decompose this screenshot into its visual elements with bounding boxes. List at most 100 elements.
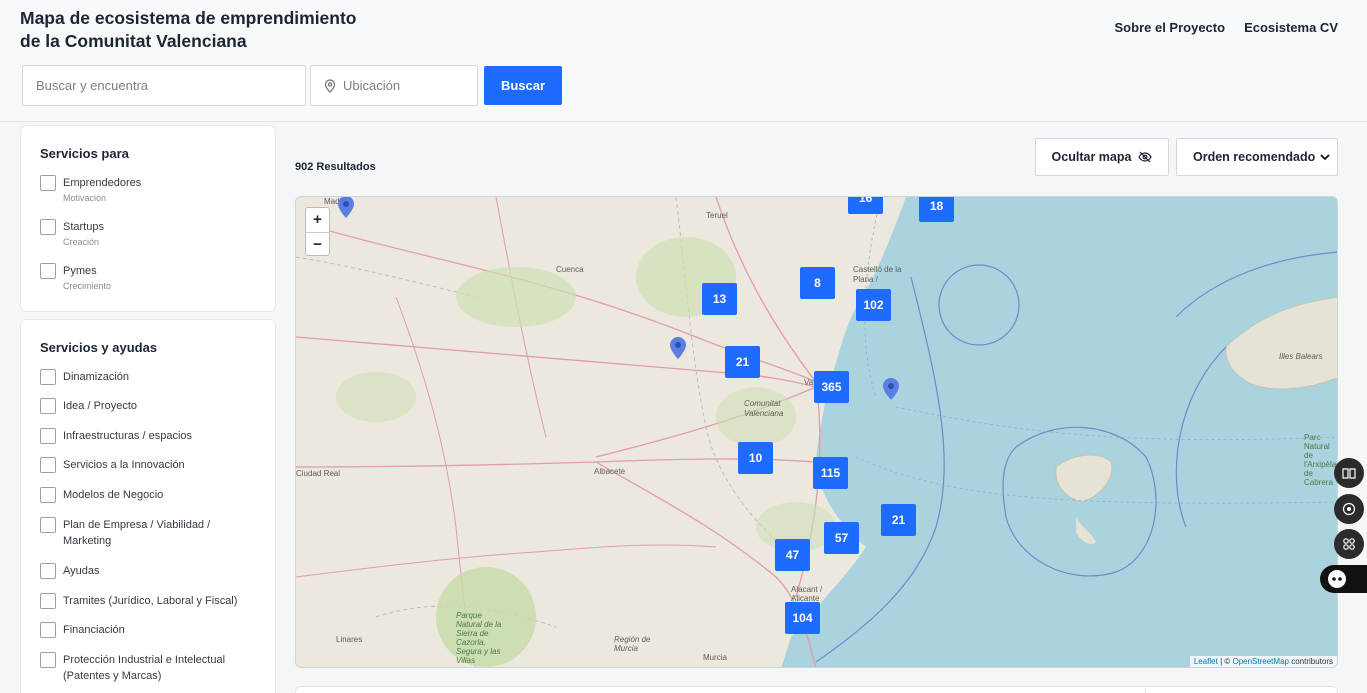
zoom-in-button[interactable]: + bbox=[306, 208, 329, 232]
filter-option[interactable]: Dinamización bbox=[40, 369, 129, 385]
filter-option[interactable]: Idea / Proyecto bbox=[40, 398, 137, 414]
map-cluster[interactable]: 115 bbox=[813, 457, 848, 489]
option-label: Tramites (Jurídico, Laboral y Fiscal) bbox=[63, 595, 238, 607]
option-label: Plan de Empresa / Viabilidad / Marketing bbox=[63, 519, 211, 547]
chevron-down-icon bbox=[1320, 154, 1330, 161]
map-cluster[interactable]: 57 bbox=[824, 522, 859, 554]
chatbot-icon bbox=[1328, 570, 1346, 588]
filter-option-startups[interactable]: Startups Creación bbox=[40, 219, 104, 249]
panel-title: Servicios y ayudas bbox=[40, 340, 158, 355]
map-marker-icon[interactable] bbox=[338, 196, 354, 218]
option-label: Pymes bbox=[63, 265, 97, 277]
filter-panel-servicios-ayudas: Servicios y ayudas Dinamización Idea / P… bbox=[20, 319, 276, 693]
map-label: Cuenca bbox=[556, 265, 584, 274]
search-input[interactable]: Buscar y encuentra bbox=[22, 65, 306, 106]
map-label: Castelló de la Plana / bbox=[853, 265, 902, 284]
location-input[interactable]: Ubicación bbox=[310, 65, 478, 106]
map-cluster[interactable]: 21 bbox=[725, 346, 760, 378]
map-label: Murcia bbox=[703, 653, 728, 662]
filter-option[interactable]: Plan de Empresa / Viabilidad / Marketing bbox=[40, 517, 223, 549]
zoom-control: + − bbox=[305, 207, 330, 256]
leaflet-link[interactable]: Leaflet bbox=[1194, 657, 1218, 666]
osm-link[interactable]: OpenStreetMap bbox=[1232, 657, 1288, 666]
page-title: Mapa de ecosistema de emprendimiento de … bbox=[20, 8, 357, 51]
hide-map-button[interactable]: Ocultar mapa bbox=[1035, 138, 1169, 176]
checkbox[interactable] bbox=[40, 457, 56, 473]
attribution-separator: | © bbox=[1217, 657, 1233, 666]
option-label: Protección Industrial e Intelectual (Pat… bbox=[63, 654, 226, 682]
header: Mapa de ecosistema de emprendimiento de … bbox=[0, 0, 1367, 122]
option-label: Infraestructuras / espacios bbox=[63, 430, 193, 442]
filter-option-pymes[interactable]: Pymes Crecimiento bbox=[40, 263, 111, 293]
map-cluster[interactable]: 18 bbox=[919, 197, 954, 222]
option-label: Dinamización bbox=[63, 371, 130, 383]
map-label: Linares bbox=[336, 635, 363, 644]
order-selected-value: Orden recomendado bbox=[1193, 150, 1316, 164]
checkbox[interactable] bbox=[40, 398, 56, 414]
option-sublabel: Crecimiento bbox=[63, 281, 112, 291]
search-button[interactable]: Buscar bbox=[484, 66, 562, 105]
checkbox[interactable] bbox=[40, 428, 56, 444]
map-cluster[interactable]: 10 bbox=[738, 442, 773, 474]
filter-option[interactable]: Ayudas bbox=[40, 563, 100, 579]
filter-option[interactable]: Financiación bbox=[40, 622, 125, 638]
option-label: Servicios a la Innovación bbox=[63, 459, 185, 471]
podcast-icon[interactable] bbox=[1334, 494, 1364, 524]
eye-off-icon bbox=[1138, 151, 1153, 163]
map-label: Ciudad Real bbox=[296, 469, 341, 478]
map-cluster[interactable]: 365 bbox=[814, 371, 849, 403]
checkbox[interactable] bbox=[40, 263, 56, 279]
location-placeholder: Ubicación bbox=[343, 78, 401, 93]
divider bbox=[1145, 688, 1146, 693]
checkbox[interactable] bbox=[40, 517, 56, 533]
panel-title: Servicios para bbox=[40, 146, 129, 161]
option-sublabel: Creación bbox=[63, 237, 100, 247]
map-marker-icon[interactable] bbox=[883, 378, 899, 400]
filter-option[interactable]: Modelos de Negocio bbox=[40, 487, 163, 503]
book-icon[interactable] bbox=[1334, 458, 1364, 488]
map-cluster[interactable]: 16 bbox=[848, 197, 883, 214]
filter-option[interactable]: Infraestructuras / espacios bbox=[40, 428, 192, 444]
map-cluster[interactable]: 8 bbox=[800, 267, 835, 299]
checkbox[interactable] bbox=[40, 219, 56, 235]
map-cluster[interactable]: 13 bbox=[702, 283, 737, 315]
map-cluster[interactable]: 47 bbox=[775, 539, 810, 571]
checkbox[interactable] bbox=[40, 652, 56, 668]
result-card[interactable] bbox=[295, 686, 1338, 693]
apps-icon[interactable] bbox=[1334, 529, 1364, 559]
nav-sobre-el-proyecto[interactable]: Sobre el Proyecto bbox=[1115, 20, 1226, 35]
map-label: Illes Balears bbox=[1279, 352, 1323, 361]
map-label: Albacete bbox=[594, 467, 626, 476]
filter-panel-servicios-para: Servicios para Emprendedores Motivación S… bbox=[20, 125, 276, 312]
checkbox[interactable] bbox=[40, 487, 56, 503]
map[interactable]: + − Madrid Teruel Cuenca Castelló de la … bbox=[295, 196, 1338, 668]
option-label: Financiación bbox=[63, 624, 125, 636]
checkbox[interactable] bbox=[40, 175, 56, 191]
map-cluster[interactable]: 102 bbox=[856, 289, 891, 321]
hide-map-label: Ocultar mapa bbox=[1051, 150, 1132, 164]
map-label: Región de Murcia bbox=[614, 635, 651, 653]
checkbox[interactable] bbox=[40, 369, 56, 385]
checkbox[interactable] bbox=[40, 593, 56, 609]
zoom-out-button[interactable]: − bbox=[306, 232, 329, 256]
checkbox[interactable] bbox=[40, 622, 56, 638]
map-cluster[interactable]: 21 bbox=[881, 504, 916, 536]
filter-option[interactable]: Servicios a la Innovación bbox=[40, 457, 185, 473]
results-count: 902 Resultados bbox=[295, 161, 376, 173]
map-label: Comunitat Valenciana bbox=[744, 399, 784, 418]
location-pin-icon bbox=[324, 79, 336, 93]
filter-option[interactable]: Protección Industrial e Intelectual (Pat… bbox=[40, 652, 243, 684]
map-marker-icon[interactable] bbox=[670, 337, 686, 359]
order-select[interactable]: Orden recomendado bbox=[1176, 138, 1338, 176]
filter-option[interactable]: Tramites (Jurídico, Laboral y Fiscal) bbox=[40, 593, 237, 609]
map-cluster[interactable]: 104 bbox=[785, 602, 820, 634]
nav-ecosistema-cv[interactable]: Ecosistema CV bbox=[1244, 20, 1338, 35]
chatbot-button[interactable] bbox=[1320, 565, 1367, 593]
map-attribution: Leaflet | © OpenStreetMap contributors bbox=[1189, 656, 1337, 667]
checkbox[interactable] bbox=[40, 563, 56, 579]
filter-option-emprendedores[interactable]: Emprendedores Motivación bbox=[40, 175, 141, 205]
option-label: Startups bbox=[63, 221, 104, 233]
map-label: Alacant / Alicante bbox=[791, 585, 823, 603]
attribution-text: contributors bbox=[1288, 657, 1333, 666]
option-label: Emprendedores bbox=[63, 177, 142, 189]
